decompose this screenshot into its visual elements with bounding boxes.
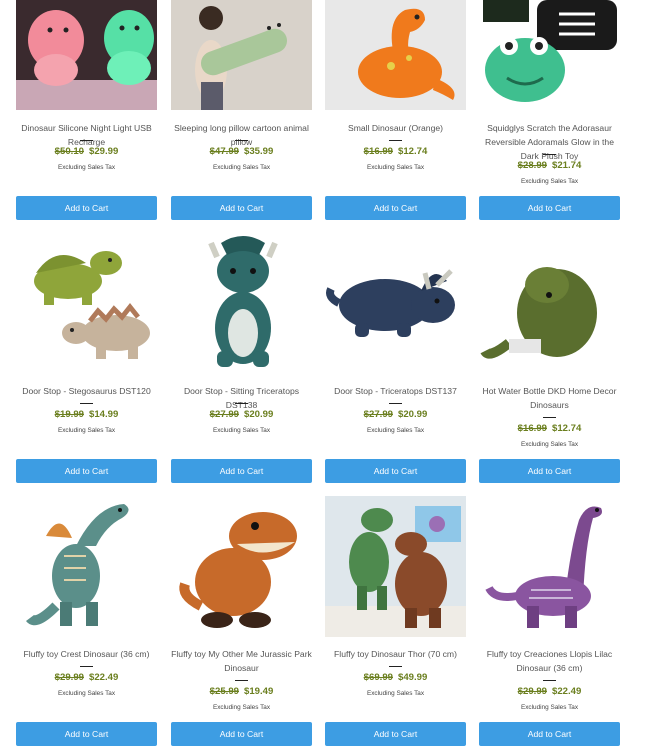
product-image[interactable]: [171, 233, 312, 374]
original-price: $16.99: [363, 146, 393, 157]
original-price: $29.99: [517, 686, 547, 697]
price-row: $19.99 $14.99: [16, 409, 157, 420]
product-image[interactable]: [16, 496, 157, 637]
title-divider: [389, 403, 402, 404]
original-price: $47.99: [209, 146, 239, 157]
title-divider: [543, 417, 556, 418]
sale-price: $22.49: [552, 686, 582, 697]
product-image[interactable]: [325, 233, 466, 374]
price-row: $29.99 $22.49: [479, 686, 620, 697]
price-row: $16.99 $12.74: [325, 146, 466, 157]
add-to-cart-button[interactable]: Add to Cart: [16, 722, 157, 746]
title-divider: [543, 154, 556, 155]
tax-note: Excluding Sales Tax: [366, 690, 425, 697]
original-price: $29.99: [54, 672, 84, 683]
original-price: $19.99: [54, 409, 84, 420]
add-to-cart-button[interactable]: Add to Cart: [325, 722, 466, 746]
tax-note: Excluding Sales Tax: [212, 704, 271, 711]
price-row: $29.99 $22.49: [16, 672, 157, 683]
sale-price: $49.99: [398, 672, 428, 683]
product-title[interactable]: Sleeping long pillow cartoon animal pill…: [167, 121, 316, 149]
price-row: $50.10 $29.99: [16, 146, 157, 157]
tax-note: Excluding Sales Tax: [366, 427, 425, 434]
original-price: $27.99: [209, 409, 239, 420]
original-price: $50.10: [54, 146, 84, 157]
original-price: $16.99: [517, 423, 547, 434]
product-title[interactable]: Fluffy toy Crest Dinosaur (36 cm): [12, 647, 161, 661]
tax-note: Excluding Sales Tax: [520, 178, 579, 185]
title-divider: [80, 140, 93, 141]
product-image[interactable]: [479, 496, 620, 637]
original-price: $27.99: [363, 409, 393, 420]
add-to-cart-button[interactable]: Add to Cart: [171, 196, 312, 220]
add-to-cart-button[interactable]: Add to Cart: [16, 459, 157, 483]
title-divider: [235, 403, 248, 404]
product-title[interactable]: Fluffy toy Creaciones Llopis Lilac Dinos…: [475, 647, 624, 675]
product-title[interactable]: Door Stop - Sitting Triceratops DST138: [167, 384, 316, 412]
add-to-cart-button[interactable]: Add to Cart: [171, 722, 312, 746]
price-row: $27.99 $20.99: [325, 409, 466, 420]
add-to-cart-button[interactable]: Add to Cart: [325, 196, 466, 220]
sale-price: $12.74: [552, 423, 582, 434]
add-to-cart-button[interactable]: Add to Cart: [479, 722, 620, 746]
title-divider: [80, 403, 93, 404]
product-title[interactable]: Door Stop - Stegosaurus DST120: [12, 384, 161, 398]
product-image[interactable]: [16, 233, 157, 374]
title-divider: [389, 140, 402, 141]
sale-price: $22.49: [89, 672, 119, 683]
product-title[interactable]: Dinosaur Silicone Night Light USB Rechar…: [12, 121, 161, 149]
tax-note: Excluding Sales Tax: [212, 427, 271, 434]
price-row: $47.99 $35.99: [171, 146, 312, 157]
product-image[interactable]: [16, 0, 157, 110]
sale-price: $19.49: [244, 686, 274, 697]
tax-note: Excluding Sales Tax: [520, 441, 579, 448]
title-divider: [80, 666, 93, 667]
add-to-cart-button[interactable]: Add to Cart: [16, 196, 157, 220]
tax-note: Excluding Sales Tax: [57, 164, 116, 171]
product-image[interactable]: [171, 496, 312, 637]
price-row: $25.99 $19.49: [171, 686, 312, 697]
original-price: $25.99: [209, 686, 239, 697]
add-to-cart-button[interactable]: Add to Cart: [325, 459, 466, 483]
sale-price: $20.99: [398, 409, 428, 420]
tax-note: Excluding Sales Tax: [520, 704, 579, 711]
product-image[interactable]: [171, 0, 312, 110]
original-price: $28.99: [517, 160, 547, 171]
title-divider: [235, 140, 248, 141]
sale-price: $20.99: [244, 409, 274, 420]
tax-note: Excluding Sales Tax: [366, 164, 425, 171]
price-row: $69.99 $49.99: [325, 672, 466, 683]
sale-price: $12.74: [398, 146, 428, 157]
product-image[interactable]: [479, 0, 620, 110]
product-image[interactable]: [479, 233, 620, 374]
tax-note: Excluding Sales Tax: [57, 427, 116, 434]
product-title[interactable]: Fluffy toy Dinosaur Thor (70 cm): [321, 647, 470, 661]
sale-price: $29.99: [89, 146, 119, 157]
product-title[interactable]: Hot Water Bottle DKD Home Decor Dinosaur…: [475, 384, 624, 412]
product-title[interactable]: Door Stop - Triceratops DST137: [321, 384, 470, 398]
original-price: $69.99: [363, 672, 393, 683]
price-row: $28.99 $21.74: [479, 160, 620, 171]
add-to-cart-button[interactable]: Add to Cart: [479, 459, 620, 483]
product-image[interactable]: [325, 496, 466, 637]
sale-price: $35.99: [244, 146, 274, 157]
product-title[interactable]: Fluffy toy My Other Me Jurassic Park Din…: [167, 647, 316, 675]
sale-price: $21.74: [552, 160, 582, 171]
sale-price: $14.99: [89, 409, 119, 420]
title-divider: [389, 666, 402, 667]
title-divider: [543, 680, 556, 681]
add-to-cart-button[interactable]: Add to Cart: [479, 196, 620, 220]
price-row: $27.99 $20.99: [171, 409, 312, 420]
tax-note: Excluding Sales Tax: [57, 690, 116, 697]
add-to-cart-button[interactable]: Add to Cart: [171, 459, 312, 483]
price-row: $16.99 $12.74: [479, 423, 620, 434]
product-image[interactable]: [325, 0, 466, 110]
title-divider: [235, 680, 248, 681]
product-title[interactable]: Squidglys Scratch the Adorasaur Reversib…: [475, 121, 624, 163]
tax-note: Excluding Sales Tax: [212, 164, 271, 171]
product-title[interactable]: Small Dinosaur (Orange): [321, 121, 470, 135]
